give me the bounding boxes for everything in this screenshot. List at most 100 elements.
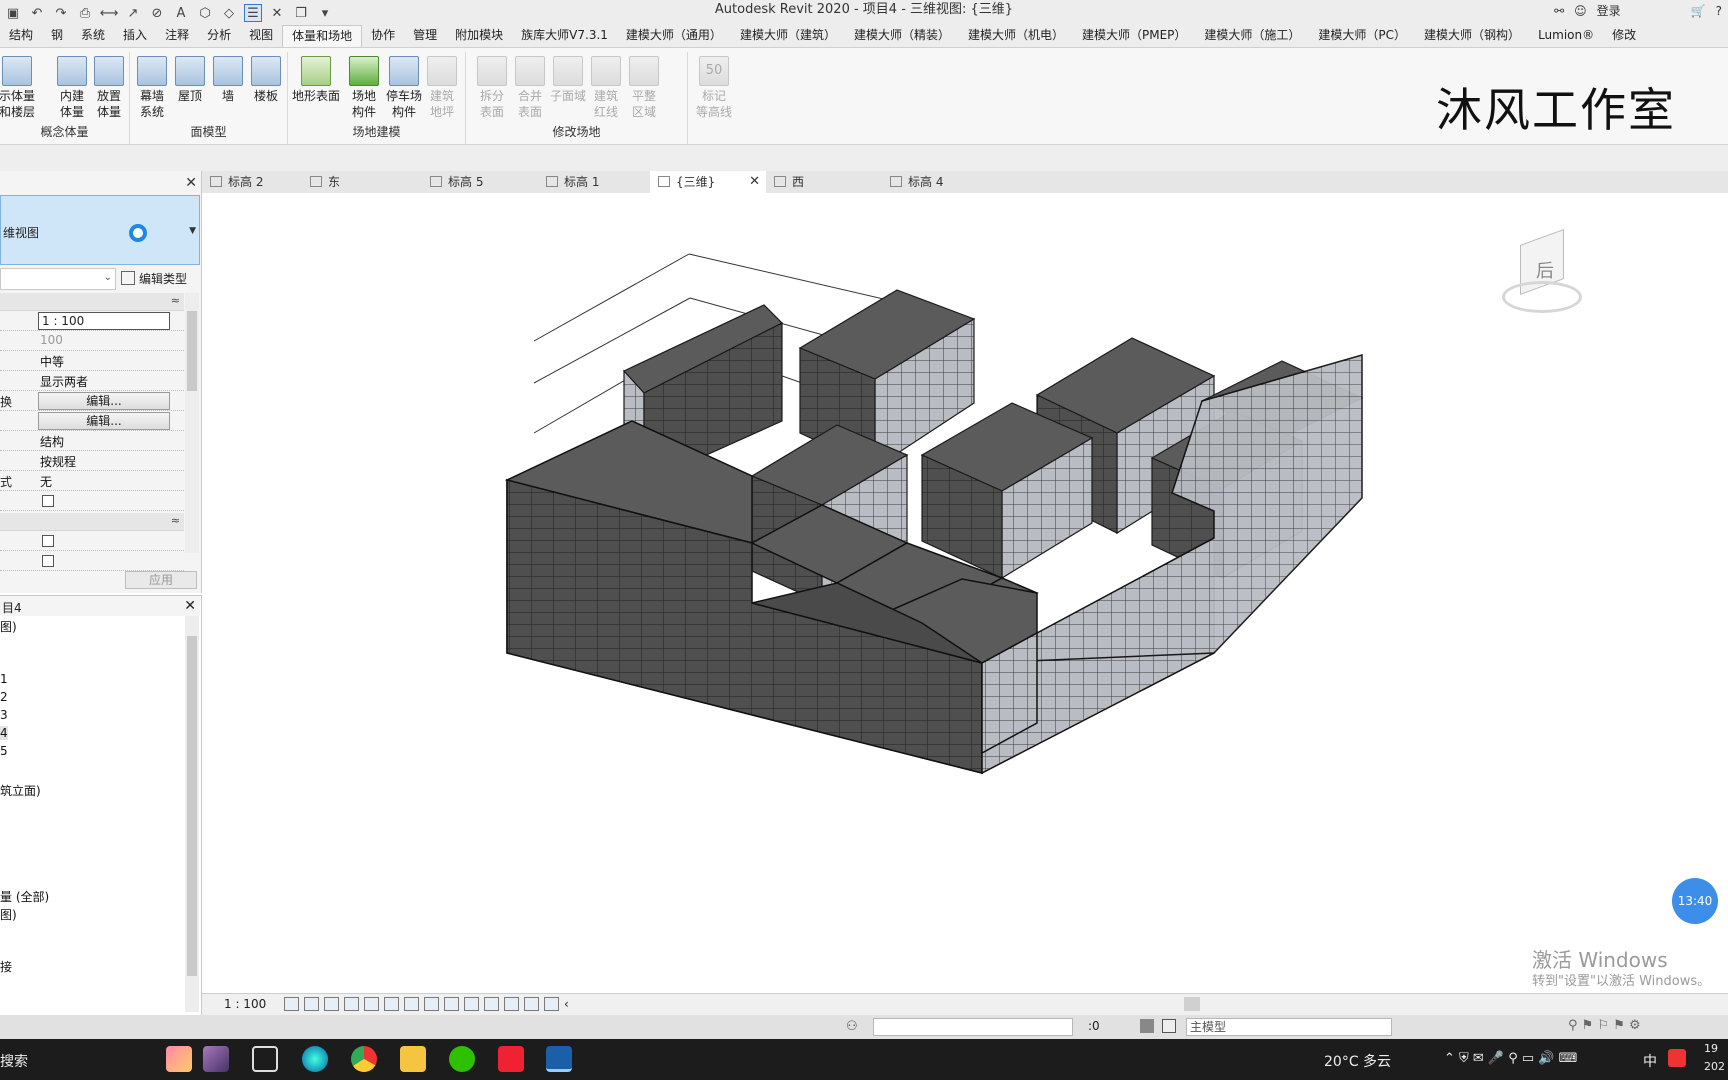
roof-by-face-button[interactable]: 屋顶 bbox=[170, 56, 210, 104]
browser-item[interactable]: 筑立面) bbox=[0, 782, 41, 799]
analytical-model-icon[interactable] bbox=[484, 997, 499, 1011]
ribbon-tab[interactable]: 管理 bbox=[404, 25, 446, 47]
ribbon-tab[interactable]: 钢 bbox=[42, 25, 72, 47]
browser-item[interactable]: 接 bbox=[0, 958, 12, 975]
view-tab[interactable]: {三维} ✕ bbox=[650, 171, 766, 193]
ribbon-tab[interactable]: 建模大师（PC） bbox=[1309, 25, 1415, 47]
view-scale[interactable]: 1 : 100 bbox=[224, 997, 266, 1011]
workset-select[interactable] bbox=[873, 1018, 1073, 1036]
browser-item[interactable]: 2 bbox=[0, 690, 8, 704]
label-contours-button[interactable]: 50 标记 等高线 bbox=[692, 56, 736, 120]
ribbon-tab[interactable]: 分析 bbox=[198, 25, 240, 47]
inplace-mass-button[interactable]: 内建 体量 bbox=[52, 56, 92, 120]
crop-view-icon[interactable] bbox=[384, 997, 399, 1011]
thin-lines-icon[interactable]: ☰ bbox=[244, 4, 262, 22]
ribbon-tab[interactable]: 建模大师（PMEP） bbox=[1073, 25, 1195, 47]
browser-scrollbar[interactable] bbox=[185, 616, 199, 1012]
ribbon-tab[interactable]: Lumion® bbox=[1529, 25, 1603, 47]
view-tab[interactable]: 标高 1 bbox=[538, 171, 650, 193]
edge-icon[interactable] bbox=[302, 1046, 328, 1072]
taskbar-search[interactable]: 搜索 bbox=[0, 1051, 28, 1071]
view-cube[interactable]: 后 bbox=[1502, 228, 1582, 317]
view-cube-compass[interactable] bbox=[1502, 281, 1582, 313]
ribbon-tab[interactable]: 建模大师（机电） bbox=[959, 25, 1073, 47]
temp-hide-icon[interactable] bbox=[444, 997, 459, 1011]
mascot-app-icon[interactable] bbox=[166, 1046, 192, 1072]
scroll-thumb[interactable] bbox=[187, 636, 197, 976]
binoculars-icon[interactable]: ⚯ bbox=[1554, 4, 1564, 18]
ribbon-tab[interactable]: 建模大师（精装） bbox=[845, 25, 959, 47]
user-icon[interactable]: ☺ bbox=[1574, 4, 1587, 18]
ribbon-tab[interactable]: 结构 bbox=[0, 25, 42, 47]
graphics-section-header[interactable]: ≈ bbox=[0, 293, 184, 311]
extents-section-header[interactable]: ≈ bbox=[0, 513, 184, 531]
browser-item[interactable]: 4 bbox=[0, 726, 8, 740]
switch-windows-icon[interactable]: ❐ bbox=[292, 4, 310, 22]
design-options-icon[interactable] bbox=[1162, 1019, 1176, 1033]
parking-component-button[interactable]: 停车场 构件 bbox=[384, 56, 424, 120]
edit-type-button[interactable]: 编辑类型 bbox=[121, 270, 187, 287]
ribbon-tab[interactable]: 注释 bbox=[156, 25, 198, 47]
hat-app-icon[interactable] bbox=[203, 1046, 229, 1072]
reveal-hidden-icon[interactable] bbox=[464, 997, 479, 1011]
ribbon-tab[interactable]: 族库大师V7.3.1 bbox=[512, 25, 617, 47]
weather-widget[interactable]: 20°C 多云 bbox=[1324, 1051, 1391, 1071]
chevron-left-icon[interactable]: ‹ bbox=[564, 997, 569, 1011]
edit-button[interactable]: 编辑... bbox=[38, 392, 170, 410]
tag-icon[interactable]: ⊘ bbox=[148, 4, 166, 22]
view-tab[interactable]: 标高 2 bbox=[202, 171, 302, 193]
close-icon[interactable]: ✕ bbox=[185, 175, 197, 191]
close-icon[interactable]: ✕ bbox=[184, 598, 196, 614]
ribbon-tab[interactable]: 视图 bbox=[240, 25, 282, 47]
instance-filter-select[interactable]: ⌄ bbox=[0, 268, 116, 290]
shadows-icon[interactable] bbox=[344, 997, 359, 1011]
filter-icon[interactable]: ⚲ ⚑ ⚐ ⚑ ⚙ bbox=[1568, 1018, 1641, 1033]
revit-icon[interactable] bbox=[546, 1046, 572, 1072]
customize-chevron-icon[interactable]: ▾ bbox=[316, 4, 334, 22]
subregion-button[interactable]: 子面域 bbox=[548, 56, 588, 104]
worksharing-icon[interactable] bbox=[524, 997, 539, 1011]
wechat-icon[interactable] bbox=[449, 1046, 475, 1072]
clock-time[interactable]: 19 bbox=[1704, 1042, 1718, 1055]
ribbon-tab[interactable]: 建模大师（施工） bbox=[1195, 25, 1309, 47]
close-icon[interactable]: ✕ bbox=[749, 171, 760, 193]
clock-date[interactable]: 202 bbox=[1704, 1060, 1725, 1073]
view-tab[interactable]: 标高 5 bbox=[422, 171, 538, 193]
ribbon-tab[interactable]: 建模大师（建筑） bbox=[731, 25, 845, 47]
visual-style-icon[interactable] bbox=[304, 997, 319, 1011]
lock-view-icon[interactable] bbox=[424, 997, 439, 1011]
ribbon-tab[interactable]: 协作 bbox=[362, 25, 404, 47]
help-icon[interactable]: ? bbox=[1716, 4, 1722, 18]
building-3d-model[interactable] bbox=[202, 193, 1728, 993]
section-icon[interactable]: ◇ bbox=[220, 4, 238, 22]
chevron-down-icon[interactable]: ▼ bbox=[189, 226, 196, 236]
ribbon-tab[interactable]: 建模大师（通用） bbox=[617, 25, 731, 47]
model-select[interactable]: 主模型 bbox=[1186, 1018, 1392, 1036]
browser-item[interactable]: 1 bbox=[0, 672, 8, 686]
ribbon-tab[interactable]: 系统 bbox=[72, 25, 114, 47]
sun-path-icon[interactable] bbox=[324, 997, 339, 1011]
browser-item[interactable]: 图) bbox=[0, 906, 17, 923]
render-icon[interactable] bbox=[364, 997, 379, 1011]
tray-icons[interactable]: ⌃ ⛨ ✉ 🎤 ⚲ ▭ 🔊 ⌨ bbox=[1444, 1051, 1577, 1066]
horizontal-scrollbar[interactable] bbox=[1184, 997, 1200, 1011]
place-mass-button[interactable]: 放置 体量 bbox=[89, 56, 129, 120]
view-tab[interactable]: 标高 4 bbox=[882, 171, 992, 193]
edit-button[interactable]: 编辑... bbox=[38, 412, 170, 430]
property-checkbox[interactable] bbox=[42, 495, 54, 507]
task-view-icon[interactable] bbox=[252, 1046, 278, 1072]
chrome-icon[interactable] bbox=[351, 1046, 377, 1072]
curtain-system-button[interactable]: 幕墙 系统 bbox=[132, 56, 172, 120]
browser-item[interactable]: 5 bbox=[0, 744, 8, 758]
split-surface-button[interactable]: 拆分 表面 bbox=[472, 56, 512, 120]
toposurface-button[interactable]: 地形表面 bbox=[292, 56, 340, 104]
property-line-button[interactable]: 建筑 红线 bbox=[586, 56, 626, 120]
ribbon-tab[interactable]: 修改 bbox=[1603, 25, 1645, 47]
site-component-button[interactable]: 场地 构件 bbox=[344, 56, 384, 120]
ribbon-tab[interactable]: 附加模块 bbox=[446, 25, 512, 47]
text-icon[interactable]: A bbox=[172, 4, 190, 22]
scroll-thumb[interactable] bbox=[187, 311, 197, 391]
view-tab[interactable]: 西 bbox=[766, 171, 882, 193]
detail-level-icon[interactable] bbox=[284, 997, 299, 1011]
wps-icon[interactable] bbox=[498, 1046, 524, 1072]
